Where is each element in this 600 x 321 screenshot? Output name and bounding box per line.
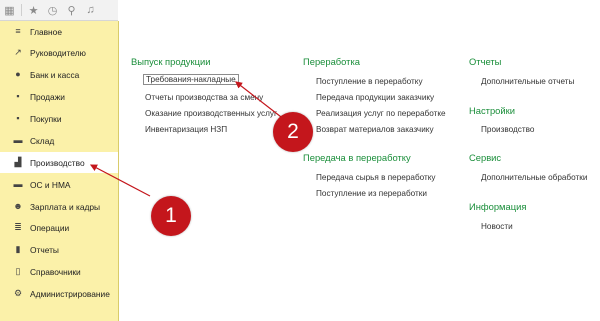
arrow-to-proizvodstvo xyxy=(89,164,151,197)
annotation-arrows xyxy=(89,81,286,197)
annotation-badge-2: 2 xyxy=(273,112,313,152)
arrow-to-trebovaniya xyxy=(235,81,286,121)
annotation-badge-1: 1 xyxy=(151,196,191,236)
